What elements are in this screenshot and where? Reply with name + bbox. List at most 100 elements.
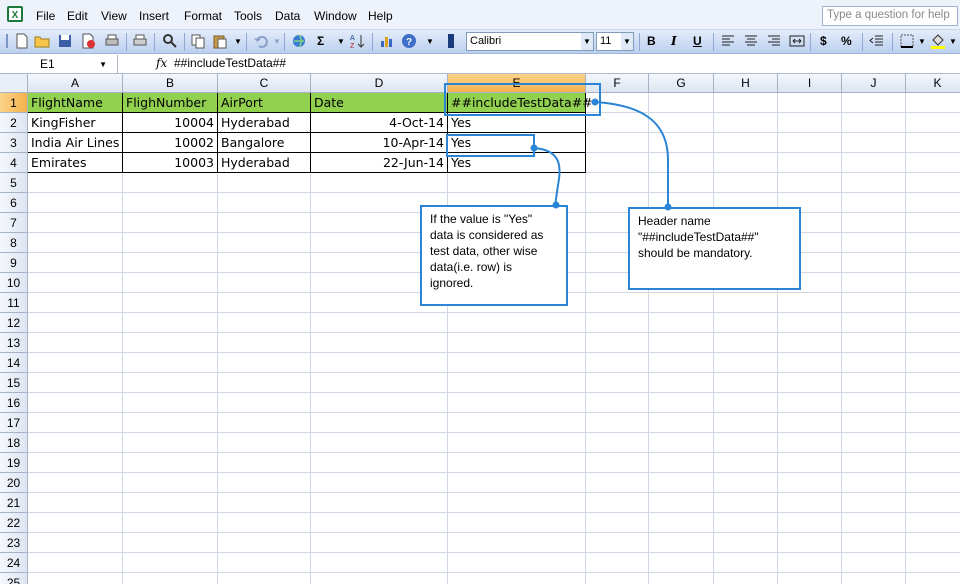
chevron-down-icon[interactable]: ▼ [581, 33, 593, 50]
cell-j17[interactable] [842, 413, 906, 433]
cell-k7[interactable] [906, 213, 960, 233]
menu-format[interactable]: Format [184, 9, 222, 23]
cell-d16[interactable] [311, 393, 448, 413]
cell-i20[interactable] [778, 473, 842, 493]
cell-a19[interactable] [28, 453, 123, 473]
cell-j3[interactable] [842, 133, 906, 153]
cell-e12[interactable] [448, 313, 586, 333]
ask-question-input[interactable]: Type a question for help [822, 6, 958, 26]
cell-j10[interactable] [842, 273, 906, 293]
cell-e16[interactable] [448, 393, 586, 413]
cell-f25[interactable] [586, 573, 649, 584]
cell-h18[interactable] [714, 433, 778, 453]
cell-b22[interactable] [123, 513, 218, 533]
cell-h3[interactable] [714, 133, 778, 153]
cell-g25[interactable] [649, 573, 714, 584]
row-header-2[interactable]: 2 [0, 113, 28, 133]
row-header-13[interactable]: 13 [0, 333, 28, 353]
cell-f11[interactable] [586, 293, 649, 313]
cell-g19[interactable] [649, 453, 714, 473]
menu-window[interactable]: Window [314, 9, 357, 23]
cell-d18[interactable] [311, 433, 448, 453]
cell-i3[interactable] [778, 133, 842, 153]
cell-a4[interactable]: Emirates [28, 153, 123, 173]
cell-b23[interactable] [123, 533, 218, 553]
cell-h1[interactable] [714, 93, 778, 113]
cell-k1[interactable] [906, 93, 960, 113]
cell-k14[interactable] [906, 353, 960, 373]
column-header-k[interactable]: K [906, 74, 960, 93]
row-header-3[interactable]: 3 [0, 133, 28, 153]
cell-a18[interactable] [28, 433, 123, 453]
cell-e2[interactable]: Yes [448, 113, 586, 133]
row-header-5[interactable]: 5 [0, 173, 28, 193]
cell-c9[interactable] [218, 253, 311, 273]
cell-a22[interactable] [28, 513, 123, 533]
cell-c22[interactable] [218, 513, 311, 533]
cell-k21[interactable] [906, 493, 960, 513]
fill-color-icon[interactable] [930, 33, 946, 49]
cell-j14[interactable] [842, 353, 906, 373]
menu-tools[interactable]: Tools [234, 9, 262, 23]
cell-i23[interactable] [778, 533, 842, 553]
column-header-d[interactable]: D [311, 74, 448, 93]
cell-i13[interactable] [778, 333, 842, 353]
cell-b7[interactable] [123, 213, 218, 233]
cell-j8[interactable] [842, 233, 906, 253]
cell-k3[interactable] [906, 133, 960, 153]
cell-f3[interactable] [586, 133, 649, 153]
cell-f15[interactable] [586, 373, 649, 393]
cell-k18[interactable] [906, 433, 960, 453]
cell-k2[interactable] [906, 113, 960, 133]
cell-k13[interactable] [906, 333, 960, 353]
cell-j24[interactable] [842, 553, 906, 573]
percent-button[interactable]: % [841, 34, 852, 48]
cell-a6[interactable] [28, 193, 123, 213]
cell-e25[interactable] [448, 573, 586, 584]
row-header-7[interactable]: 7 [0, 213, 28, 233]
cell-e1[interactable]: ##includeTestData## [448, 93, 593, 113]
menu-edit[interactable]: Edit [67, 9, 88, 23]
cell-h11[interactable] [714, 293, 778, 313]
cell-b12[interactable] [123, 313, 218, 333]
row-header-24[interactable]: 24 [0, 553, 28, 573]
column-header-j[interactable]: J [842, 74, 906, 93]
copy-icon[interactable] [190, 33, 206, 49]
cell-f18[interactable] [586, 433, 649, 453]
cell-e4[interactable]: Yes [448, 153, 586, 173]
cell-e21[interactable] [448, 493, 586, 513]
cell-j18[interactable] [842, 433, 906, 453]
cell-j16[interactable] [842, 393, 906, 413]
cell-i24[interactable] [778, 553, 842, 573]
cell-j7[interactable] [842, 213, 906, 233]
cell-a23[interactable] [28, 533, 123, 553]
cell-f22[interactable] [586, 513, 649, 533]
cell-f13[interactable] [586, 333, 649, 353]
cell-g13[interactable] [649, 333, 714, 353]
cell-a15[interactable] [28, 373, 123, 393]
cell-b5[interactable] [123, 173, 218, 193]
row-header-16[interactable]: 16 [0, 393, 28, 413]
cell-f5[interactable] [586, 173, 649, 193]
chart-wizard-icon[interactable] [379, 33, 395, 49]
research-icon[interactable] [162, 33, 178, 49]
cell-j20[interactable] [842, 473, 906, 493]
row-header-18[interactable]: 18 [0, 433, 28, 453]
cell-a20[interactable] [28, 473, 123, 493]
row-header-15[interactable]: 15 [0, 373, 28, 393]
cell-f21[interactable] [586, 493, 649, 513]
cell-f24[interactable] [586, 553, 649, 573]
row-header-6[interactable]: 6 [0, 193, 28, 213]
cell-d15[interactable] [311, 373, 448, 393]
cell-c20[interactable] [218, 473, 311, 493]
cell-h24[interactable] [714, 553, 778, 573]
row-header-10[interactable]: 10 [0, 273, 28, 293]
cell-i15[interactable] [778, 373, 842, 393]
cell-e20[interactable] [448, 473, 586, 493]
cell-j23[interactable] [842, 533, 906, 553]
cell-i25[interactable] [778, 573, 842, 584]
cell-e13[interactable] [448, 333, 586, 353]
column-header-g[interactable]: G [649, 74, 714, 93]
cell-k24[interactable] [906, 553, 960, 573]
cell-i4[interactable] [778, 153, 842, 173]
